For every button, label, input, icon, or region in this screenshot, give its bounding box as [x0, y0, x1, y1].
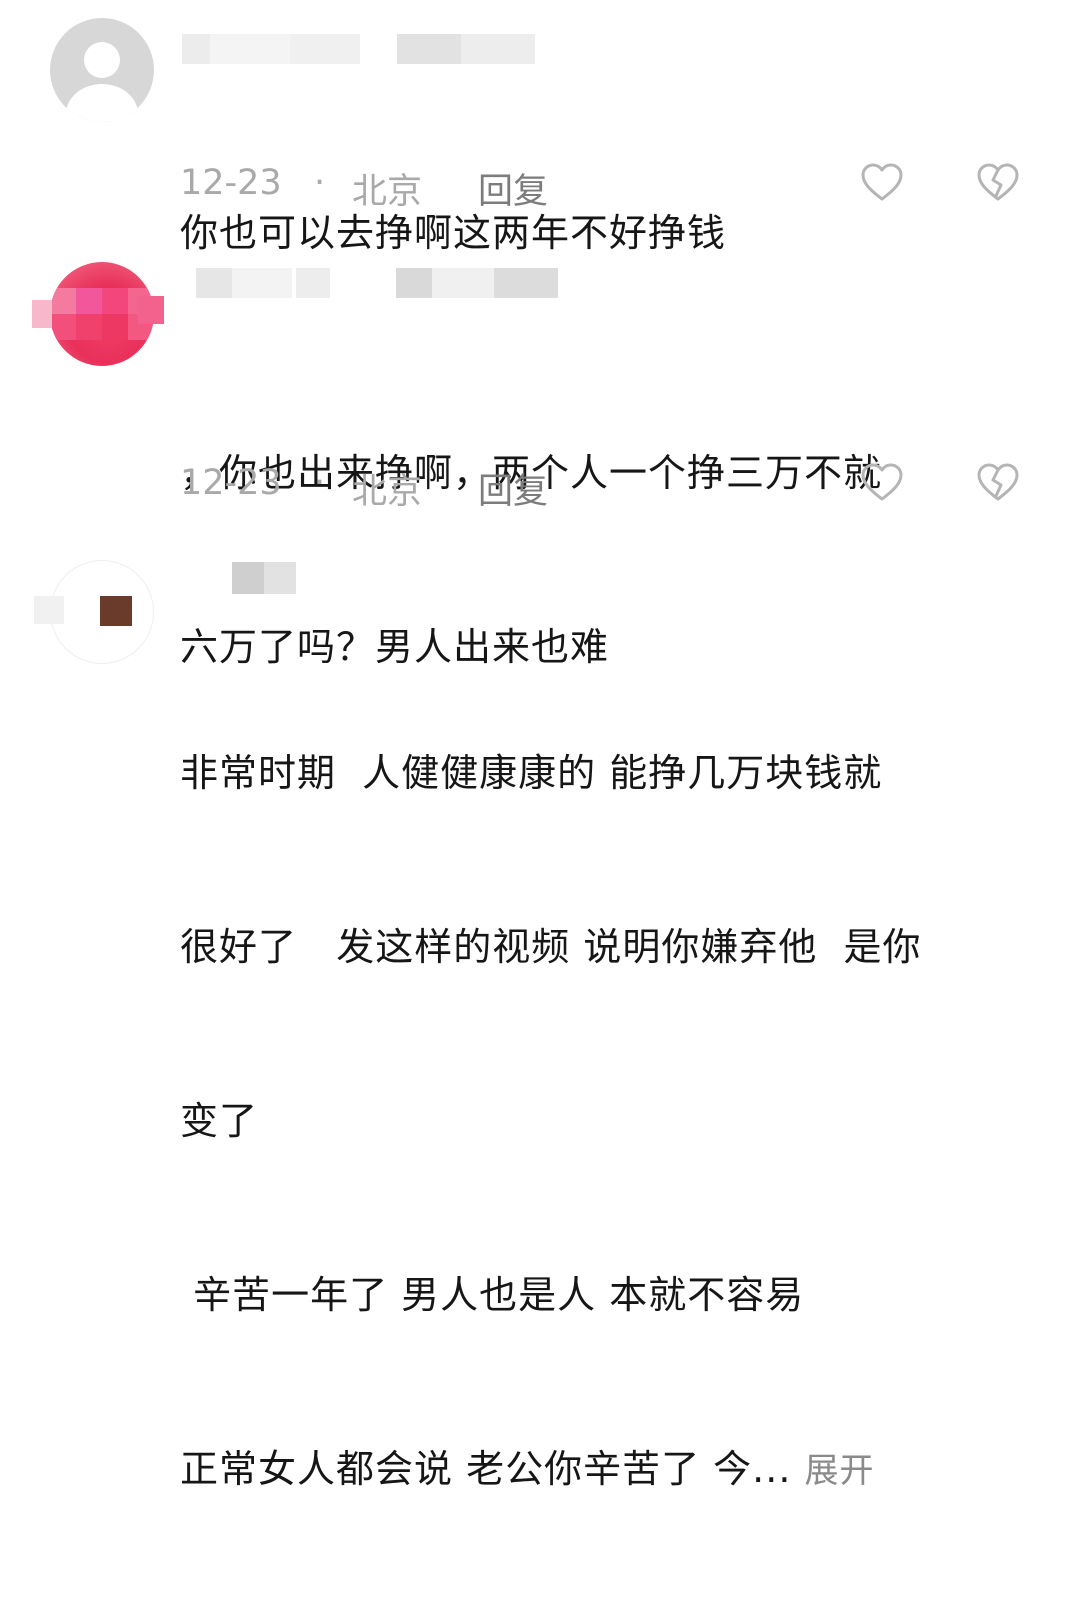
mosaic-block: [396, 268, 432, 298]
comment-line: 辛苦一年了 男人也是人 本就不容易: [180, 1273, 805, 1317]
reply-button[interactable]: 回复: [478, 463, 548, 514]
mosaic-block: [50, 288, 76, 314]
comment-location: 北京: [352, 472, 423, 512]
mosaic-block: [232, 268, 292, 298]
mosaic-block: [138, 296, 164, 324]
user-avatar[interactable]: [50, 18, 154, 122]
mosaic-block: [232, 562, 264, 594]
mosaic-block: [432, 268, 494, 298]
mosaic-block: [264, 562, 296, 594]
comment-line: 非常时期 人健健康康的 能挣几万块钱就: [180, 751, 883, 795]
mosaic-block: [50, 314, 76, 340]
mosaic-block: [196, 268, 232, 298]
avatar-body-shape: [66, 84, 138, 122]
username-censored[interactable]: [196, 268, 576, 304]
mosaic-block: [182, 34, 210, 64]
comment-date: 12-23: [180, 463, 282, 503]
comment-line: 很好了 发这样的视频 说明你嫌弃他 是你: [180, 925, 922, 969]
broken-heart-icon[interactable]: [976, 463, 1020, 503]
mosaic-block: [76, 314, 102, 340]
username-censored[interactable]: [232, 562, 302, 598]
meta-separator: ·: [314, 463, 326, 503]
comment-meta: 12-23 · 北京 回复: [180, 163, 600, 212]
avatar-head-shape: [84, 42, 120, 78]
comment-text: 非常时期 人健健康康的 能挣几万块钱就 很好了 发这样的视频 说明你嫌弃他 是你…: [180, 628, 921, 1616]
mosaic-block: [32, 300, 52, 328]
mosaic-block: [34, 596, 64, 624]
comment-line-last: 正常女人都会说 老公你辛苦了 今... 展开: [180, 1440, 921, 1500]
mosaic-block: [100, 596, 132, 626]
comment-line: 变了: [180, 1099, 259, 1143]
mosaic-block: [494, 268, 558, 298]
mosaic-block: [296, 268, 330, 298]
mosaic-block: [102, 314, 128, 340]
mosaic-block: [290, 34, 360, 64]
mosaic-block: [397, 34, 461, 64]
username-censored[interactable]: [182, 34, 552, 70]
mosaic-block: [461, 34, 535, 64]
reply-button[interactable]: 回复: [478, 163, 548, 214]
meta-separator: ·: [314, 163, 326, 203]
mosaic-block: [210, 34, 290, 64]
heart-outline-icon[interactable]: [860, 163, 904, 203]
expand-button[interactable]: 展开: [805, 1451, 875, 1491]
comment-meta: 12-23 · 北京 回复: [180, 463, 600, 512]
mosaic-block: [102, 288, 128, 314]
comment-line: 你也可以去挣啊这两年不好挣钱: [180, 211, 727, 255]
heart-outline-icon[interactable]: [860, 463, 904, 503]
broken-heart-icon[interactable]: [976, 163, 1020, 203]
comment-location: 北京: [352, 172, 423, 212]
comment-date: 12-23: [180, 163, 282, 203]
mosaic-block: [76, 288, 102, 314]
comment-line: 正常女人都会说 老公你辛苦了 今...: [180, 1447, 792, 1491]
